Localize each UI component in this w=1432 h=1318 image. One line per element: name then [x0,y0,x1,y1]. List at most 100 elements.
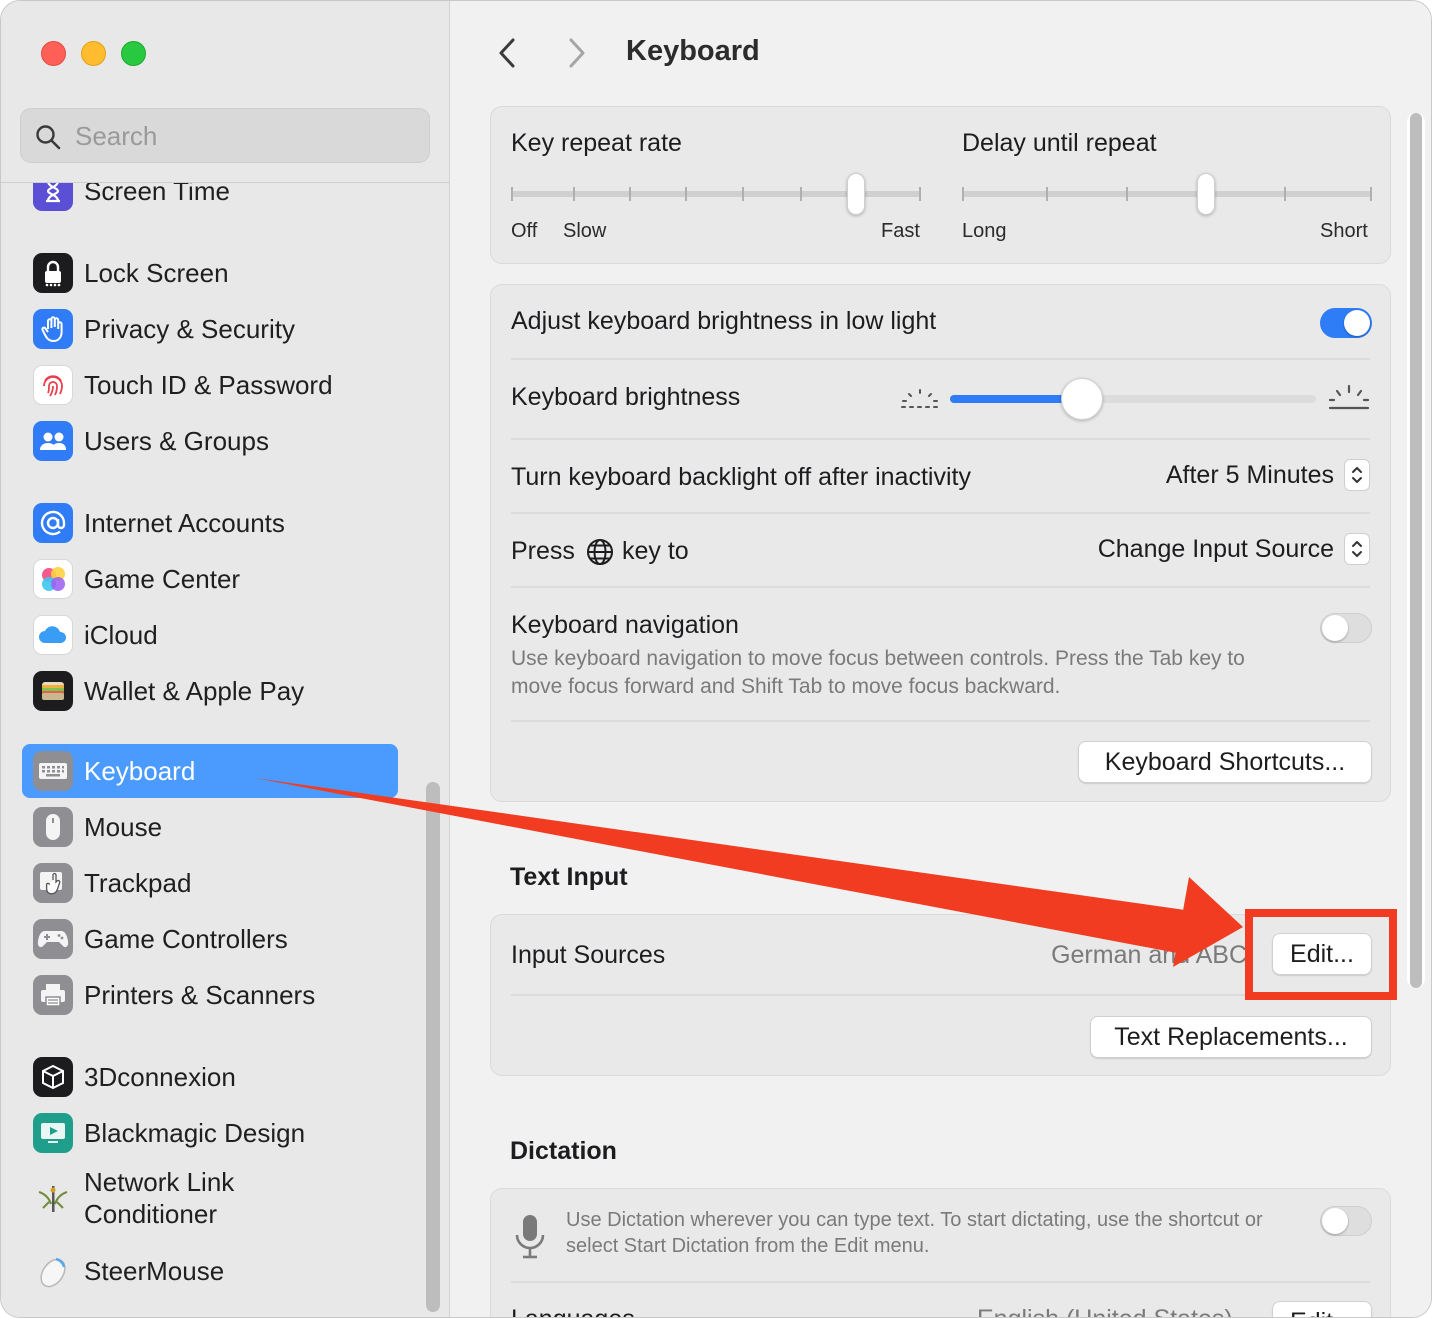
keyboard-navigation-toggle[interactable] [1320,613,1372,643]
sidebar-item-label: Touch ID & Password [84,370,333,400]
sidebar-item-game-center[interactable]: Game Center [22,552,398,606]
settings-window: Screen Time Lock Screen Privacy & Securi… [0,0,1432,1318]
keyboard-navigation-label: Keyboard navigation [511,611,739,639]
blackmagic-icon [33,1113,73,1153]
backlight-off-label: Turn keyboard backlight off after inacti… [511,463,971,491]
users-icon [33,421,73,461]
adjust-brightness-label: Adjust keyboard brightness in low light [511,307,937,335]
page-title: Keyboard [626,35,760,67]
hand-icon [33,309,73,349]
keyboard-brightness-slider[interactable] [950,378,1316,420]
main-scrollbar[interactable] [1407,113,1425,988]
sidebar-list: Screen Time Lock Screen Privacy & Securi… [1,183,450,1317]
delay-long-label: Long [962,220,1007,242]
fingerprint-icon [33,365,73,405]
backlight-off-value: After 5 Minutes [1165,460,1334,489]
input-sources-label: Input Sources [511,941,666,969]
sidebar-item-label: Lock Screen [84,258,229,288]
wallet-icon [33,671,73,711]
sidebar-item-label: Mouse [84,812,163,842]
key-repeat-card: Key repeat rate Off Slow Fast Delay unti… [490,106,1391,264]
minimize-window-button[interactable] [81,41,106,66]
key-repeat-label: Key repeat rate [511,129,682,157]
forward-button[interactable] [562,35,592,71]
close-window-button[interactable] [41,41,66,66]
trackpad-icon [33,863,73,903]
sidebar-item-label: Printers & Scanners [84,980,316,1010]
key-repeat-knob[interactable] [847,173,865,215]
delay-slider[interactable] [962,173,1372,215]
text-replacements-button[interactable]: Text Replacements... [1090,1016,1372,1058]
globe-key-label-suffix: key to [622,537,689,565]
dictation-toggle[interactable] [1320,1206,1372,1236]
sidebar-item-touch-id[interactable]: Touch ID & Password [22,358,398,412]
dictation-edit-button[interactable]: Edit... [1272,1301,1372,1317]
dictation-card: Use Dictation wherever you can type text… [490,1188,1391,1317]
search-icon [36,125,61,150]
zoom-window-button[interactable] [121,41,146,66]
sidebar-item-label: Game Center [84,564,241,594]
chevron-left-icon [499,38,515,68]
globe-key-label-prefix: Press [511,537,575,565]
sidebar-item-label: Keyboard [84,756,196,786]
network-link-icon [33,1178,73,1218]
sidebar-item-privacy-security[interactable]: Privacy & Security [22,302,398,356]
sidebar-item-internet-accounts[interactable]: Internet Accounts [22,496,398,550]
keyboard-brightness-label: Keyboard brightness [511,383,741,411]
sidebar-item-users-groups[interactable]: Users & Groups [22,414,398,468]
sidebar-item-3dconnexion[interactable]: 3Dconnexion [22,1050,398,1104]
sidebar-item-mouse[interactable]: Mouse [22,800,398,854]
dictation-language-label: Languages [511,1305,635,1317]
dictation-language-value: English (United States) [977,1305,1233,1317]
sidebar-item-label: Wallet & Apple Pay [84,676,305,706]
cloud-icon [33,615,73,655]
delay-knob[interactable] [1197,173,1215,215]
sidebar-item-printers-scanners[interactable]: Printers & Scanners [22,968,398,1022]
up-down-chevron-icon [1344,533,1370,565]
lock-icon [33,253,73,293]
text-input-card: Input Sources German and ABC Edit... Tex… [490,914,1391,1076]
sidebar-item-label: Screen Time [84,183,230,206]
keyboard-brightness-knob[interactable] [1061,378,1103,420]
gamepad-icon [33,919,73,959]
sidebar-item-trackpad[interactable]: Trackpad [22,856,398,910]
sidebar-item-keyboard[interactable]: Keyboard [22,744,398,798]
key-repeat-fast-label: Fast [881,220,920,242]
dictation-title: Dictation [510,1137,617,1165]
sidebar-item-network-link-conditioner[interactable]: Network Link Conditioner [22,1163,398,1233]
input-sources-edit-button[interactable]: Edit... [1272,933,1372,975]
printer-icon [33,975,73,1015]
sidebar-item-screen-time[interactable]: Screen Time [22,183,398,218]
sidebar-item-label: 3Dconnexion [84,1062,236,1092]
keyboard-settings-card: Adjust keyboard brightness in low light … [490,284,1391,802]
brightness-low-icon [901,389,939,408]
search-field[interactable] [20,108,430,163]
keyboard-shortcuts-button[interactable]: Keyboard Shortcuts... [1078,741,1372,783]
keyboard-navigation-description: Use keyboard navigation to move focus be… [511,647,1245,698]
globe-key-popup[interactable]: Change Input Source [1098,533,1370,565]
search-input[interactable] [75,117,415,155]
backlight-off-popup[interactable]: After 5 Minutes [1166,459,1370,491]
globe-key-value: Change Input Source [1097,534,1334,563]
sidebar-item-icloud[interactable]: iCloud [22,608,398,662]
text-input-title: Text Input [510,863,628,891]
sidebar-item-label: Network Link Conditioner [84,1167,235,1229]
sidebar-item-game-controllers[interactable]: Game Controllers [22,912,398,966]
adjust-brightness-toggle[interactable] [1320,308,1372,338]
key-repeat-slider[interactable] [511,173,921,215]
sidebar-item-label: Internet Accounts [84,508,285,538]
sidebar-item-lock-screen[interactable]: Lock Screen [22,246,398,300]
input-sources-value: German and ABC [1051,941,1247,969]
sidebar-item-label: Privacy & Security [84,314,295,344]
key-repeat-off-label: Off [511,220,538,242]
chevron-right-icon [569,38,585,68]
sidebar-item-blackmagic[interactable]: Blackmagic Design [22,1106,398,1160]
delay-label: Delay until repeat [962,129,1157,157]
sidebar-item-label: Blackmagic Design [84,1118,306,1148]
sidebar-item-wallet[interactable]: Wallet & Apple Pay [22,664,398,718]
globe-icon [587,539,613,565]
at-icon [33,503,73,543]
back-button[interactable] [492,35,522,71]
sidebar-item-steermouse[interactable]: SteerMouse [22,1244,398,1298]
sidebar-scrollbar[interactable] [426,782,440,1312]
